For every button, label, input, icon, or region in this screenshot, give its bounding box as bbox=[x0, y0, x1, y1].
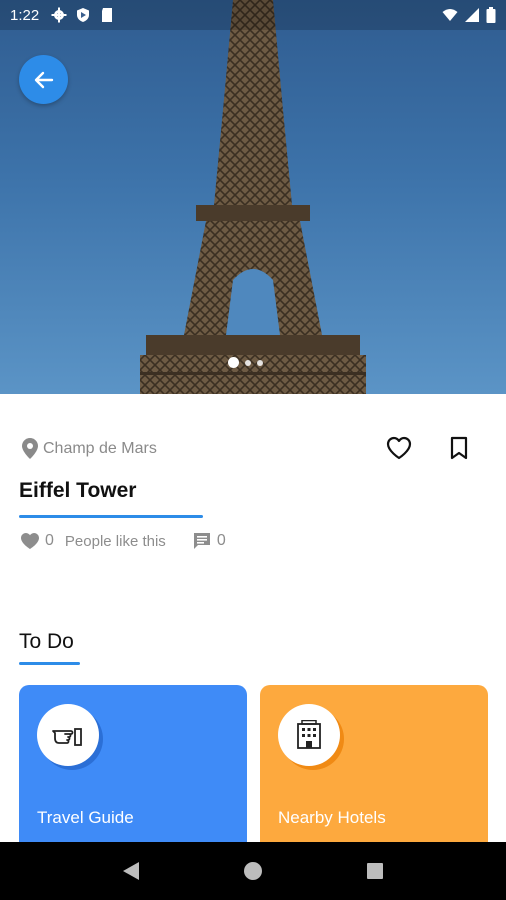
bookmark-button[interactable] bbox=[443, 432, 475, 464]
screen: 1:22 Champ de Mars Eiffel Tower 0 People… bbox=[0, 0, 506, 900]
system-nav-bar bbox=[0, 842, 506, 900]
nav-home-icon[interactable] bbox=[243, 861, 263, 881]
signal-icon bbox=[465, 8, 479, 22]
heart-filled-icon bbox=[21, 533, 39, 549]
todo-section-title: To Do bbox=[19, 630, 74, 653]
battery-icon bbox=[486, 7, 496, 23]
likes-stat: 0 People like this bbox=[20, 532, 166, 550]
status-bar: 1:22 bbox=[0, 0, 506, 30]
carousel-dot[interactable] bbox=[245, 359, 251, 366]
likes-label: People like this bbox=[64, 532, 166, 550]
hero-image: 1:22 bbox=[0, 0, 506, 394]
likes-count: 0 bbox=[45, 532, 54, 549]
hotel-building-icon bbox=[297, 720, 321, 749]
sd-card-icon bbox=[102, 8, 113, 22]
pointing-hand-icon bbox=[52, 728, 82, 746]
comments-stat[interactable]: 0 bbox=[192, 531, 226, 551]
carousel-dot[interactable] bbox=[228, 357, 239, 368]
eiffel-tower-image bbox=[140, 0, 366, 394]
card-label: Travel Guide bbox=[37, 808, 134, 827]
shield-icon bbox=[77, 8, 90, 22]
location-pin-icon bbox=[22, 438, 38, 459]
comments-count: 0 bbox=[216, 532, 226, 549]
carousel-indicator bbox=[228, 357, 263, 368]
heart-outline-icon bbox=[386, 436, 412, 460]
back-button[interactable] bbox=[19, 55, 68, 104]
travel-guide-card[interactable]: Travel Guide bbox=[19, 685, 247, 855]
nearby-hotels-card[interactable]: Nearby Hotels bbox=[260, 685, 488, 855]
card-icon-circle bbox=[37, 704, 99, 766]
place-title: Eiffel Tower bbox=[19, 479, 137, 502]
title-underline bbox=[19, 515, 203, 518]
bookmark-outline-icon bbox=[450, 436, 468, 460]
card-icon-circle bbox=[278, 704, 340, 766]
section-underline bbox=[19, 662, 80, 665]
arrow-left-icon bbox=[34, 71, 53, 88]
favorite-button[interactable] bbox=[383, 432, 415, 464]
status-time: 1:22 bbox=[10, 6, 40, 24]
settings-gear-icon bbox=[51, 7, 67, 23]
carousel-dot[interactable] bbox=[257, 359, 263, 366]
comment-icon bbox=[193, 533, 210, 549]
nav-back-icon[interactable] bbox=[122, 861, 140, 881]
location-row: Champ de Mars bbox=[22, 438, 157, 459]
nav-recents-icon[interactable] bbox=[366, 862, 384, 880]
wifi-icon bbox=[442, 9, 458, 21]
stats-row: 0 People like this 0 bbox=[20, 531, 226, 551]
location-text: Champ de Mars bbox=[43, 439, 157, 457]
card-label: Nearby Hotels bbox=[278, 808, 386, 827]
